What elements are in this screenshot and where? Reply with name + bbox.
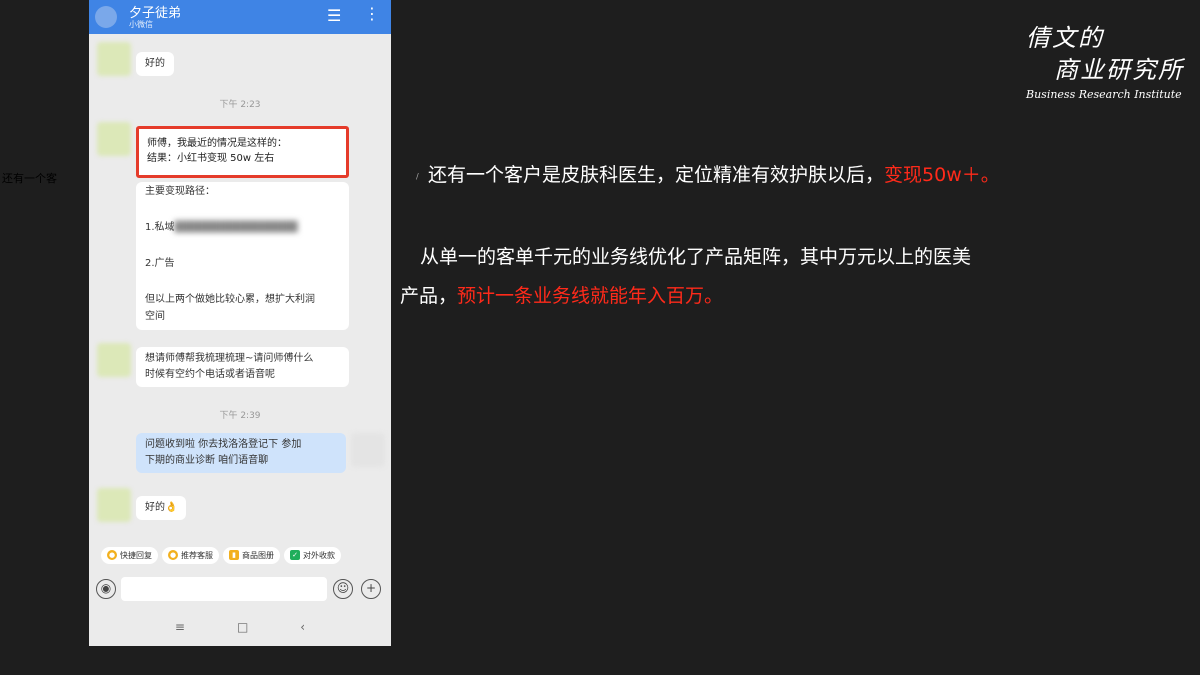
chat-bubble-icon: ● xyxy=(107,550,117,560)
message-input[interactable] xyxy=(121,577,327,601)
message-text: 下期的商业诊断 咱们语音聊 xyxy=(145,455,269,466)
menu-nav-icon[interactable]: ≡ xyxy=(175,620,185,634)
paragraph-two-line-one: 从单一的客单千元的业务线优化了产品矩阵，其中万元以上的医美 xyxy=(420,237,971,277)
message-text: 1.私域████████████████ xyxy=(145,222,298,233)
album-icon: ▮ xyxy=(229,550,239,560)
sender-avatar xyxy=(97,42,131,76)
logo-line: 商业研究所 xyxy=(1054,56,1184,84)
back-nav-icon[interactable]: ‹ xyxy=(300,620,305,634)
emoji-icon[interactable]: ☺ xyxy=(333,579,353,599)
chat-subtitle: 小微信 xyxy=(129,20,153,29)
quick-reply-button[interactable]: ● 快捷回复 xyxy=(101,546,158,564)
highlight-line: 师傅，我最近的情况是这样的： xyxy=(147,138,287,149)
message-text: 2.广告 xyxy=(145,258,175,269)
timestamp: 下午 2:23 xyxy=(219,100,261,110)
highlight-text: 预计一条业务线就能年入百万。 xyxy=(457,285,724,307)
sender-avatar xyxy=(97,343,131,377)
timestamp: 下午 2:39 xyxy=(219,411,261,421)
logo-tagline: Business Research Institute xyxy=(1026,88,1182,101)
external-payment-button[interactable]: ✓ 对外收款 xyxy=(284,546,341,564)
message-input-bar: ◉ ☺ + xyxy=(89,573,391,605)
message-text: 好的 xyxy=(145,58,165,69)
highlight-text: 变现50w＋。 xyxy=(884,164,1000,186)
smile-icon: ● xyxy=(168,550,178,560)
paragraph-text: 还有一个客户是皮肤科医生，定位精准有效护肤以后， xyxy=(428,164,885,186)
voice-icon[interactable]: ◉ xyxy=(96,579,116,599)
own-message-bubble: 问题收到啦 你去找洛洛登记下 参加 下期的商业诊断 咱们语音聊 xyxy=(136,433,346,473)
message-text: 想请师傅帮我梳理梳理~请问师傅什么 xyxy=(145,353,314,364)
paragraph-two-line-two: 产品，预计一条业务线就能年入百万。 xyxy=(400,276,723,316)
contact-avatar[interactable] xyxy=(95,6,117,28)
message-bubble: 好的 xyxy=(136,52,174,76)
message-text: 主要变现路径： xyxy=(145,186,215,197)
decorative-mark: / xyxy=(416,172,419,181)
phone-screenshot: 夕子徒弟 小微信 ☰ ⋮ 好的 下午 2:23 师傅，我最近的情况是这样的： 结… xyxy=(89,0,391,646)
chat-header: 夕子徒弟 小微信 ☰ ⋮ xyxy=(89,0,391,34)
paragraph-one: 还有一个客户是皮肤科医生，定位精准有效护肤以后，变现50w＋。 xyxy=(428,155,1000,195)
recommend-service-button[interactable]: ● 推荐客服 xyxy=(162,546,219,564)
sender-avatar xyxy=(97,488,131,522)
message-text: 但以上两个做她比较心累，想扩大利润 xyxy=(145,294,315,305)
quick-actions-bar: ● 快捷回复 ● 推荐客服 ▮ 商品图册 ✓ 对外收款 xyxy=(89,543,391,567)
more-options-icon[interactable]: ⋮ xyxy=(364,4,380,23)
message-text: 时候有空约个电话或者语音呢 xyxy=(145,369,275,380)
paragraph-text: 产品， xyxy=(400,285,458,307)
redacted-text: ████████████████ xyxy=(174,222,298,233)
add-icon[interactable]: + xyxy=(361,579,381,599)
paragraph-text: 从单一的客单千元的业务线优化了产品矩阵，其中万元以上的医美 xyxy=(420,246,972,268)
home-nav-icon[interactable]: □ xyxy=(237,620,248,634)
sender-avatar xyxy=(97,122,131,156)
list-menu-icon[interactable]: ☰ xyxy=(327,6,341,25)
logo-line: 倩文的 xyxy=(1026,24,1104,52)
system-nav-bar: ≡ □ ‹ xyxy=(89,612,391,642)
highlight-line: 结果：小红书变现 50w 左右 xyxy=(147,153,275,164)
message-bubble: 想请师傅帮我梳理梳理~请问师傅什么 时候有空约个电话或者语音呢 xyxy=(136,347,349,387)
shield-icon: ✓ xyxy=(290,550,300,560)
own-avatar xyxy=(351,433,385,467)
message-bubble: 好的👌 xyxy=(136,496,187,520)
message-text: 空间 xyxy=(145,311,165,322)
message-text: 问题收到啦 你去找洛洛登记下 参加 xyxy=(145,439,302,450)
product-album-button[interactable]: ▮ 商品图册 xyxy=(223,546,280,564)
message-text: 好的👌 xyxy=(145,502,178,513)
brand-logo: 倩文的 商业研究所 Business Research Institute xyxy=(1026,18,1186,108)
stray-label: 还有一个客 xyxy=(2,172,57,185)
highlighted-message: 师傅，我最近的情况是这样的： 结果：小红书变现 50w 左右 xyxy=(136,126,349,178)
message-bubble: 主要变现路径： 1.私域████████████████ 2.广告 但以上两个做… xyxy=(136,182,349,330)
